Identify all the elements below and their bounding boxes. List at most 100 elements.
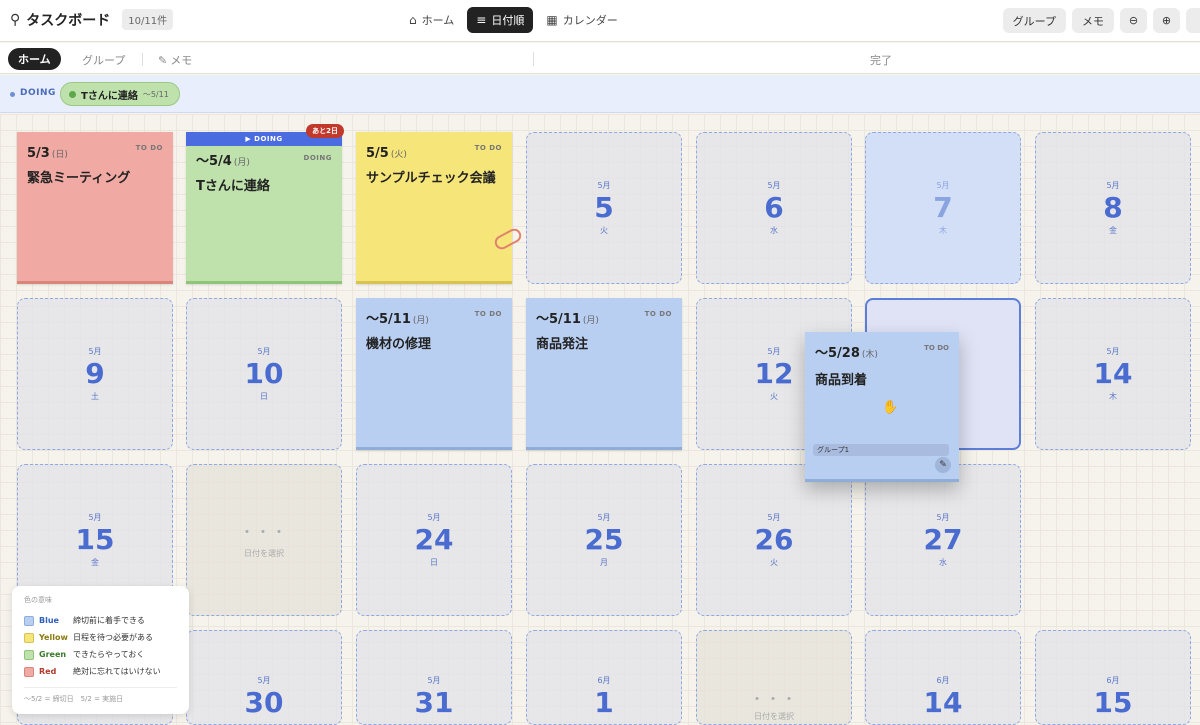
slot-weekday: 土 bbox=[91, 392, 99, 401]
subtab-done[interactable]: 完了 bbox=[870, 52, 892, 68]
slot-day: 7 bbox=[933, 191, 953, 224]
slot-weekday: 水 bbox=[770, 226, 778, 235]
tab-date-order[interactable]: ≡ 日付順 bbox=[467, 7, 534, 33]
tab-calendar-label: カレンダー bbox=[562, 14, 618, 27]
date-slot[interactable]: 6月 1 bbox=[526, 630, 682, 725]
slot-day: 8 bbox=[1103, 191, 1123, 224]
date-slot[interactable]: 5月 5 火 bbox=[526, 132, 682, 284]
legend-row-blue: Blue 締切前に着手できる bbox=[24, 612, 177, 629]
legend-color-desc: 締切前に着手できる bbox=[73, 616, 145, 625]
slot-day: 25 bbox=[584, 523, 624, 556]
note-date: 〜5/11 bbox=[536, 312, 581, 327]
calendar-icon: ▦ bbox=[546, 13, 558, 27]
date-slot[interactable]: 6月 14 bbox=[865, 630, 1021, 725]
status-label: TO DO bbox=[135, 144, 163, 152]
slot-month: 5月 bbox=[597, 181, 611, 190]
status-label: TO DO bbox=[924, 344, 949, 352]
date-slot[interactable]: 5月 9 土 bbox=[17, 298, 173, 450]
note-weekday: (月) bbox=[233, 158, 250, 168]
chip-task-name: Tさんに連絡 bbox=[81, 90, 138, 102]
slot-month: 5月 bbox=[1106, 347, 1120, 356]
subtab-home[interactable]: ホーム bbox=[8, 48, 61, 70]
tab-calendar[interactable]: ▦ カレンダー bbox=[537, 7, 626, 33]
dragging-task-note[interactable]: 〜5/28 (木) TO DO 商品到着 ✋ グループ1 ✎ bbox=[805, 332, 959, 482]
empty-date-slot[interactable]: ・・・ 日付を選択 bbox=[696, 630, 852, 725]
note-weekday: (月) bbox=[412, 316, 429, 326]
filter-icon: ≡ bbox=[476, 13, 487, 27]
tab-home[interactable]: ⌂ ホーム bbox=[400, 7, 463, 33]
slot-weekday: 火 bbox=[600, 226, 608, 235]
divider bbox=[142, 53, 143, 66]
group-tag[interactable]: グループ1 bbox=[813, 444, 949, 456]
note-title: 緊急ミーティング bbox=[27, 171, 131, 186]
task-note[interactable]: 5/3 (日) TO DO 緊急ミーティング bbox=[17, 132, 173, 284]
slot-month: 5月 bbox=[257, 347, 271, 356]
date-slot[interactable]: 5月 7 木 bbox=[865, 132, 1021, 284]
slot-weekday: 火 bbox=[770, 392, 778, 401]
slot-day: 6 bbox=[764, 191, 784, 224]
note-weekday: (木) bbox=[861, 350, 878, 360]
zoom-in-icon[interactable]: ⊕ bbox=[1153, 8, 1180, 33]
slot-weekday: 木 bbox=[1109, 392, 1117, 401]
zoom-out-icon[interactable]: ⊖ bbox=[1120, 8, 1147, 33]
color-legend: 色の意味 Blue 締切前に着手できる Yellow 日程を待つ必要がある Gr… bbox=[12, 586, 189, 714]
date-slot[interactable]: 5月 26 火 bbox=[696, 464, 852, 616]
date-slot[interactable]: 5月 24 日 bbox=[356, 464, 512, 616]
date-slot[interactable]: 5月 14 木 bbox=[1035, 298, 1191, 450]
slot-month: 5月 bbox=[767, 513, 781, 522]
doing-strip: DOING Tさんに連絡 〜5/11 bbox=[0, 75, 1200, 113]
divider bbox=[533, 52, 534, 66]
pin-icon[interactable]: ⚲ bbox=[10, 12, 20, 28]
date-slot[interactable]: 5月 27 水 bbox=[865, 464, 1021, 616]
subtab-group[interactable]: グループ bbox=[82, 52, 125, 68]
slot-day: 5 bbox=[594, 191, 614, 224]
date-slot[interactable]: 5月 10 日 bbox=[186, 298, 342, 450]
slot-month: 5月 bbox=[936, 181, 950, 190]
note-weekday: (月) bbox=[582, 316, 599, 326]
chip-task-date: 〜5/11 bbox=[142, 89, 169, 99]
date-slot[interactable]: 5月 8 金 bbox=[1035, 132, 1191, 284]
date-slot[interactable]: 5月 31 bbox=[356, 630, 512, 725]
tab-date-order-label: 日付順 bbox=[491, 14, 525, 27]
legend-color-desc: できたらやっておく bbox=[73, 650, 145, 659]
legend-row-red: Red 絶対に忘れてはいけない bbox=[24, 663, 177, 680]
slot-day: 15 bbox=[75, 523, 115, 556]
more-tools-button[interactable] bbox=[1186, 8, 1200, 33]
slot-day: 31 bbox=[414, 686, 454, 719]
group-button[interactable]: グループ bbox=[1002, 8, 1066, 33]
slot-month: 5月 bbox=[767, 347, 781, 356]
slot-weekday: 日 bbox=[430, 558, 438, 567]
note-date: 〜5/11 bbox=[366, 312, 411, 327]
legend-color-desc: 絶対に忘れてはいけない bbox=[73, 667, 161, 676]
doing-task-chip[interactable]: Tさんに連絡 〜5/11 bbox=[60, 82, 180, 106]
green-swatch bbox=[24, 649, 34, 660]
legend-title: 色の意味 bbox=[24, 596, 52, 604]
slot-day: 14 bbox=[923, 686, 963, 719]
tab-home-label: ホーム bbox=[421, 14, 455, 27]
red-swatch bbox=[24, 666, 34, 677]
slot-month: 6月 bbox=[936, 676, 950, 685]
subtab-memo[interactable]: ✎ メモ bbox=[158, 52, 192, 68]
legend-row-yellow: Yellow 日程を待つ必要がある bbox=[24, 629, 177, 646]
task-note[interactable]: ▶ DOING あと2日 〜5/4 (月) DOING Tさんに連絡 bbox=[186, 124, 344, 284]
edit-pencil-icon[interactable]: ✎ bbox=[935, 457, 951, 473]
task-note[interactable]: 5/5 (火) TO DO サンプルチェック会議 bbox=[356, 132, 524, 284]
date-slot[interactable]: 5月 6 水 bbox=[696, 132, 852, 284]
slot-month: 5月 bbox=[88, 347, 102, 356]
note-title: サンプルチェック会議 bbox=[366, 171, 496, 186]
note-weekday: (日) bbox=[51, 150, 68, 160]
slot-weekday: 水 bbox=[939, 558, 947, 567]
task-note[interactable]: 〜5/11 (月) TO DO 機材の修理 bbox=[356, 298, 512, 450]
slot-month: 5月 bbox=[597, 513, 611, 522]
slot-weekday: 金 bbox=[91, 558, 99, 567]
status-label: DOING bbox=[303, 154, 332, 162]
slot-month: 6月 bbox=[597, 676, 611, 685]
slot-month: 5月 bbox=[767, 181, 781, 190]
memo-button[interactable]: メモ bbox=[1072, 8, 1114, 33]
slot-day: 12 bbox=[754, 357, 794, 390]
date-slot[interactable]: 5月 30 bbox=[186, 630, 342, 725]
date-slot[interactable]: 5月 25 月 bbox=[526, 464, 682, 616]
empty-date-slot[interactable]: ・・・ 日付を選択 bbox=[186, 464, 342, 616]
task-note[interactable]: 〜5/11 (月) TO DO 商品発注 bbox=[526, 298, 682, 450]
date-slot[interactable]: 6月 15 bbox=[1035, 630, 1191, 725]
